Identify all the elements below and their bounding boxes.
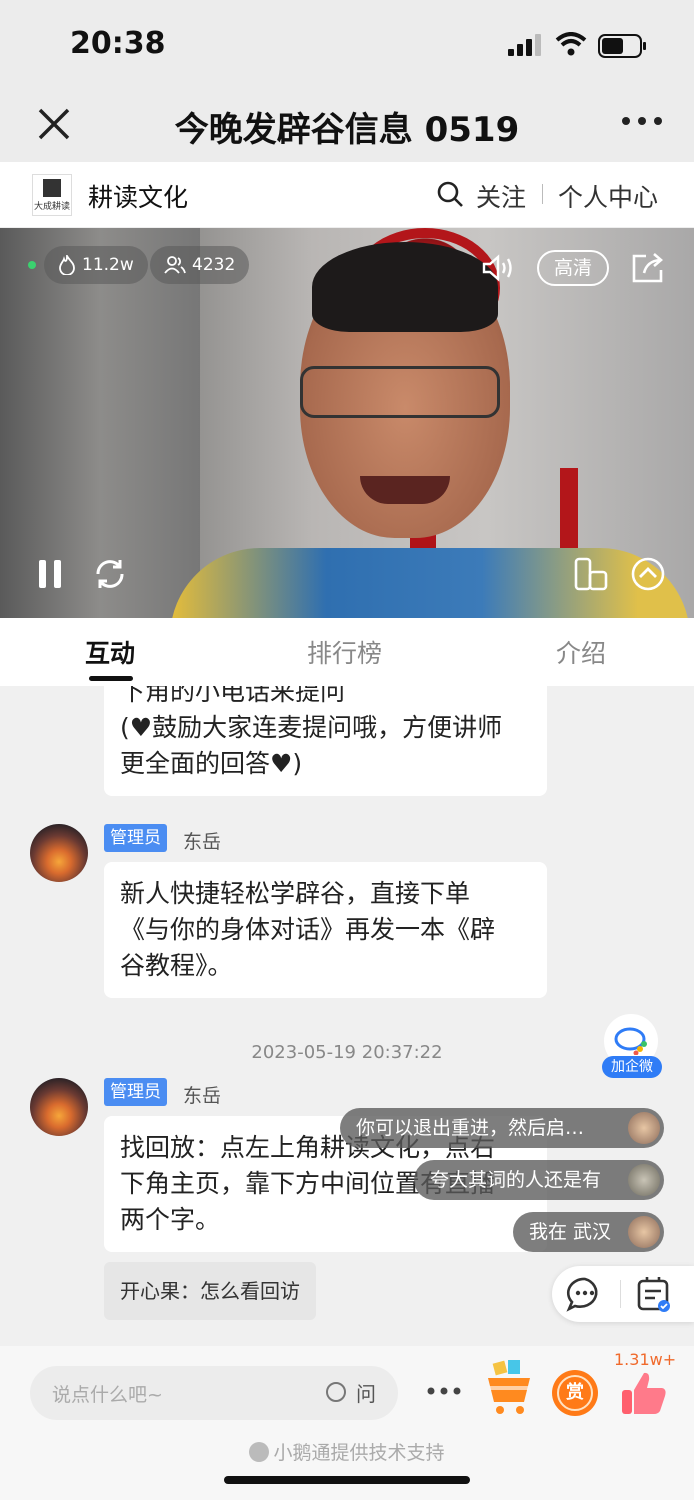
refresh-icon[interactable] xyxy=(92,556,128,592)
tab-bar: 互动 排行榜 介绍 xyxy=(0,618,694,686)
shop-bar: 大成耕读 耕读文化 关注 个人中心 xyxy=(0,162,694,228)
rotate-screen-icon[interactable] xyxy=(572,556,608,592)
quality-button[interactable]: 高清 xyxy=(537,250,609,286)
heat-badge: 11.2w xyxy=(44,246,148,284)
reply-message: 开心果：怎么看回访 xyxy=(104,1262,316,1320)
personal-center-button[interactable]: 个人中心 xyxy=(558,178,658,214)
presenter-body xyxy=(170,548,690,618)
like-thumb-icon[interactable] xyxy=(620,1370,668,1416)
live-dot xyxy=(28,261,36,269)
home-indicator xyxy=(224,1476,470,1484)
follow-button[interactable]: 关注 xyxy=(476,178,526,214)
pause-icon[interactable] xyxy=(36,558,64,590)
ask-question-icon[interactable] xyxy=(326,1382,346,1402)
presenter-mouth xyxy=(360,476,450,504)
avatar[interactable] xyxy=(30,1078,88,1136)
tab-interaction[interactable]: 互动 xyxy=(85,634,135,670)
floating-comment: 你可以退出重进，然后启… xyxy=(340,1108,664,1148)
admin-badge: 管理员 xyxy=(104,1078,167,1106)
logo-text: 大成耕读 xyxy=(33,201,70,212)
chat-bubble: 新人快捷轻松学辟谷，直接下单 《与你的身体对话》再发一本《辟 谷教程》。 xyxy=(104,862,547,998)
presenter-hair xyxy=(312,242,498,332)
avatar xyxy=(628,1164,660,1196)
heat-value: 11.2w xyxy=(82,255,134,275)
more-actions-icon[interactable] xyxy=(426,1386,462,1396)
active-tab-indicator xyxy=(89,676,133,681)
comment-placeholder: 说点什么吧~ xyxy=(52,1384,163,1406)
comment-input[interactable]: 说点什么吧~ 问 xyxy=(30,1366,398,1420)
message-line: 《与你的身体对话》再发一本《辟 xyxy=(120,915,496,944)
presenter-glasses xyxy=(300,366,500,418)
message-line: 新人快捷轻松学辟谷，直接下单 xyxy=(120,879,471,908)
avatar xyxy=(628,1216,660,1248)
tech-support-footer: 小鹅通提供技术支持 xyxy=(0,1438,694,1465)
likes-count: 1.31w+ xyxy=(614,1350,677,1369)
floating-comment: 我在 武汉 xyxy=(513,1212,664,1252)
username: 东岳 xyxy=(183,1085,222,1107)
tab-introduction[interactable]: 介绍 xyxy=(556,634,606,670)
message-line: 更全面的回答♥) xyxy=(120,749,303,778)
add-wecom-button[interactable]: 加企微 xyxy=(602,1014,662,1080)
divider xyxy=(542,184,543,204)
expand-up-icon[interactable] xyxy=(630,556,666,592)
tab-ranking[interactable]: 排行榜 xyxy=(307,634,382,670)
floating-comment: 夸大其词的人还是有 xyxy=(414,1160,664,1200)
comment-icon[interactable] xyxy=(566,1276,604,1312)
page-title: 今晚发辟谷信息 0519 xyxy=(174,110,520,150)
message-line: (♥鼓励大家连麦提问哦，方便讲师 xyxy=(120,713,503,742)
wifi-icon xyxy=(555,32,587,56)
viewers-badge: 4232 xyxy=(150,246,250,284)
chat-bubble: 下角的小电话来提问 (♥鼓励大家连麦提问哦，方便讲师 更全面的回答♥) xyxy=(104,686,547,796)
task-board-icon[interactable] xyxy=(636,1274,672,1314)
admin-badge: 管理员 xyxy=(104,824,167,852)
username: 东岳 xyxy=(183,831,222,853)
flame-icon xyxy=(59,255,75,275)
message-timestamp: 2023-05-19 20:37:22 xyxy=(251,1042,443,1063)
status-time: 20:38 xyxy=(70,26,166,61)
battery-icon xyxy=(598,34,646,58)
avatar xyxy=(628,1112,660,1144)
support-text: 小鹅通提供技术支持 xyxy=(273,1442,445,1464)
shopping-cart-icon[interactable] xyxy=(484,1356,534,1420)
status-bar: 20:38 xyxy=(0,0,694,90)
floating-comment-text: 我在 武汉 xyxy=(529,1221,612,1243)
share-icon[interactable] xyxy=(630,252,666,284)
volume-icon[interactable] xyxy=(482,254,516,282)
reward-button[interactable]: 赏 xyxy=(552,1370,598,1416)
more-options-icon[interactable] xyxy=(620,114,664,128)
divider xyxy=(620,1280,621,1308)
shop-name[interactable]: 耕读文化 xyxy=(88,178,188,214)
message-line: 下角的小电话来提问 xyxy=(120,686,346,706)
message-line: 两个字。 xyxy=(120,1205,221,1234)
reward-inner: 赏 xyxy=(557,1375,593,1411)
title-bar: 今晚发辟谷信息 0519 xyxy=(0,90,694,162)
floating-comment-text: 夸大其词的人还是有 xyxy=(430,1169,602,1191)
message-line: 谷教程》。 xyxy=(120,951,233,980)
live-video[interactable]: 11.2w 4232 高清 xyxy=(0,228,694,618)
side-toolbar xyxy=(552,1266,694,1322)
avatar[interactable] xyxy=(30,824,88,882)
bottom-bar: 说点什么吧~ 问 赏 1.31w+ 小鹅通提供技术支持 xyxy=(0,1346,694,1500)
wecom-label: 加企微 xyxy=(602,1056,662,1078)
users-icon xyxy=(164,256,186,274)
shop-logo[interactable]: 大成耕读 xyxy=(32,174,72,216)
search-icon[interactable] xyxy=(436,180,464,208)
ask-label[interactable]: 问 xyxy=(356,1378,376,1407)
logo-mark-icon xyxy=(43,178,61,197)
viewers-count: 4232 xyxy=(192,255,236,275)
support-logo-icon xyxy=(249,1442,270,1462)
floating-comment-text: 你可以退出重进，然后启… xyxy=(356,1117,585,1139)
signal-icon xyxy=(508,34,541,56)
